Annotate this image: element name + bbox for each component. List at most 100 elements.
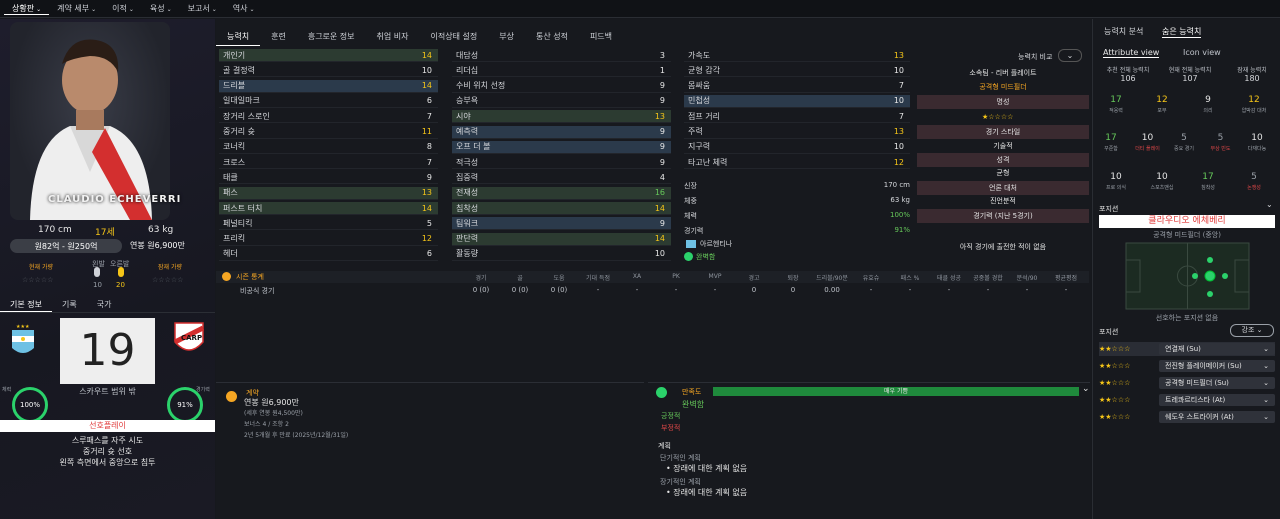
tab-2[interactable]: 흥그로운 정보 bbox=[297, 30, 366, 46]
attribute-row[interactable]: 가속도 13 bbox=[684, 49, 910, 62]
position-collapse-icon[interactable]: ⌄ bbox=[1266, 200, 1273, 209]
role-dropdown[interactable]: 연결재 (Su) ⌄ bbox=[1159, 343, 1275, 355]
season-stat-header: 도움 bbox=[553, 275, 565, 282]
attribute-row[interactable]: 판단력 14 bbox=[452, 232, 671, 246]
attribute-row[interactable]: 균형 감각 10 bbox=[684, 64, 910, 78]
attribute-row[interactable]: 민첩성 10 bbox=[684, 94, 910, 108]
attribute-row[interactable]: 프리킥 12 bbox=[219, 233, 438, 246]
attribute-row[interactable]: 태클 9 bbox=[219, 171, 438, 185]
tab-3[interactable]: 취업 비자 bbox=[366, 30, 420, 46]
attribute-row[interactable]: 적극성 9 bbox=[452, 156, 671, 170]
attribute-row[interactable]: 퍼스트 터치 14 bbox=[219, 202, 438, 215]
menu-item-label: 이적 bbox=[112, 4, 127, 13]
attribute-row[interactable]: 일대일마크 6 bbox=[219, 95, 438, 108]
menu-item[interactable]: 역사 ⌄ bbox=[225, 3, 263, 14]
attribute-row[interactable]: 집중력 4 bbox=[452, 171, 671, 185]
season-stat-header: 패스 % bbox=[900, 275, 920, 282]
season-stats-title[interactable]: 시즌 통계 bbox=[236, 272, 264, 282]
role-row[interactable]: ★★☆☆☆ 연결재 (Su) ⌄ bbox=[1099, 342, 1275, 356]
attribute-row[interactable]: 지구력 10 bbox=[684, 141, 910, 154]
attribute-row[interactable]: 골 결정력 10 bbox=[219, 64, 438, 78]
attribute-row[interactable]: 침착성 14 bbox=[452, 202, 671, 215]
right-foot-icon bbox=[118, 267, 124, 277]
attribute-row[interactable]: 점프 거리 7 bbox=[684, 110, 910, 124]
attribute-row[interactable]: 팀워크 9 bbox=[452, 217, 671, 231]
attribute-view-toggle[interactable]: Attribute view bbox=[1103, 48, 1160, 58]
attribute-row[interactable]: 대담성 3 bbox=[452, 49, 671, 62]
role-dropdown[interactable]: 전진형 플레이메이커 (Su) ⌄ bbox=[1159, 360, 1275, 372]
tab-7[interactable]: 피드백 bbox=[579, 30, 623, 46]
argentina-badge-icon[interactable]: ★★★ bbox=[10, 322, 36, 358]
tab-4[interactable]: 이적상태 설정 bbox=[420, 30, 489, 46]
role-stars: ★★☆☆☆ bbox=[1099, 413, 1131, 421]
attribute-row[interactable]: 수비 위치 선정 9 bbox=[452, 80, 671, 93]
tab-1[interactable]: 훈련 bbox=[260, 30, 297, 46]
attribute-row[interactable]: 타고난 체력 12 bbox=[684, 156, 910, 170]
role-row[interactable]: ★★☆☆☆ 트레콰르티스타 (At) ⌄ bbox=[1099, 393, 1275, 407]
happiness-bar: 매우 기쁨 bbox=[713, 387, 1079, 396]
happiness-title[interactable]: 만족도 bbox=[682, 387, 701, 397]
role-dropdown[interactable]: 트레콰르티스타 (At) ⌄ bbox=[1159, 394, 1275, 406]
top-menu-bar: 상황판 ⌄ 계약 세부 ⌄ 이적 ⌄ 육성 ⌄ 보고서 ⌄ 역사 ⌄ bbox=[0, 0, 1280, 18]
tab-hidden-attributes[interactable]: 숨은 능력치 bbox=[1162, 26, 1202, 38]
tab-attribute-analysis[interactable]: 능력치 분석 bbox=[1104, 26, 1143, 37]
season-stat-header: 골 bbox=[517, 275, 523, 282]
attribute-value: 9 bbox=[659, 81, 665, 91]
attribute-value: 7 bbox=[898, 81, 904, 91]
short-plan-item: • 장래에 대한 계획 없음 bbox=[666, 464, 748, 473]
attribute-name: 헤더 bbox=[223, 249, 238, 259]
tab-0[interactable]: 능력치 bbox=[216, 30, 261, 46]
role-dropdown[interactable]: 공격형 미드필더 (Su) ⌄ bbox=[1159, 377, 1275, 389]
icon-view-toggle[interactable]: Icon view bbox=[1183, 48, 1221, 57]
attribute-row[interactable]: 패스 13 bbox=[219, 186, 438, 200]
attribute-row[interactable]: 크로스 7 bbox=[219, 156, 438, 170]
tab-6[interactable]: 통산 성적 bbox=[525, 30, 579, 46]
attribute-row[interactable]: 헤더 6 bbox=[219, 248, 438, 261]
attribute-value: 13 bbox=[421, 188, 432, 198]
ability-total: 추천 전체 능력치 106 bbox=[1100, 65, 1156, 83]
attribute-row[interactable]: 중거리 슛 11 bbox=[219, 126, 438, 139]
attribute-value: 10 bbox=[893, 142, 904, 152]
attribute-row[interactable]: 코너킥 8 bbox=[219, 141, 438, 154]
menu-item[interactable]: 계약 세부 ⌄ bbox=[49, 3, 104, 14]
attribute-row[interactable]: 드리블 14 bbox=[219, 79, 438, 93]
role-dropdown[interactable]: 쉐도우 스트라이커 (At) ⌄ bbox=[1159, 411, 1275, 423]
roles-filter-dropdown[interactable]: 강조 ⌄ bbox=[1230, 324, 1274, 337]
menu-item[interactable]: 보고서 ⌄ bbox=[180, 3, 225, 14]
attribute-row[interactable]: 리더십 1 bbox=[452, 64, 671, 78]
role-row[interactable]: ★★☆☆☆ 공격형 미드필더 (Su) ⌄ bbox=[1099, 376, 1275, 390]
ability-total-label: 추천 전체 능력치 bbox=[1106, 67, 1150, 74]
position-role: 공격형 미드필더 (중앙) bbox=[1153, 231, 1221, 239]
tab-basic-info[interactable]: 기본 정보 bbox=[0, 297, 52, 312]
attribute-row[interactable]: 예측력 9 bbox=[452, 125, 671, 139]
role-row[interactable]: ★★☆☆☆ 전진형 플레이메이커 (Su) ⌄ bbox=[1099, 359, 1275, 373]
attribute-name: 오프 더 볼 bbox=[456, 142, 491, 152]
attribute-row[interactable]: 승부욕 9 bbox=[452, 95, 671, 108]
attribute-row[interactable]: 개인기 14 bbox=[219, 49, 438, 62]
menu-item[interactable]: 이적 ⌄ bbox=[104, 3, 142, 14]
attribute-row[interactable]: 주력 13 bbox=[684, 126, 910, 139]
attribute-row[interactable]: 페널티킥 5 bbox=[219, 217, 438, 231]
club-crest-icon[interactable]: CARP bbox=[172, 320, 206, 358]
attribute-row[interactable]: 몸싸움 7 bbox=[684, 80, 910, 93]
attribute-row[interactable]: 장거리 스로인 7 bbox=[219, 110, 438, 124]
role-row[interactable]: ★★☆☆☆ 쉐도우 스트라이커 (At) ⌄ bbox=[1099, 410, 1275, 424]
body-info-row: 체중 63 kg bbox=[684, 196, 910, 206]
attribute-value: 9 bbox=[659, 96, 665, 106]
hidden-attribute-value: 5 bbox=[1217, 133, 1224, 143]
collapse-chevron-icon[interactable]: ⌄ bbox=[1082, 384, 1090, 394]
attribute-row[interactable]: 오프 더 볼 9 bbox=[452, 140, 671, 154]
hidden-attribute-label: 꾸준함 bbox=[1104, 146, 1118, 152]
compare-dropdown-icon[interactable]: ⌄ bbox=[1058, 49, 1082, 62]
tab-5[interactable]: 부상 bbox=[488, 30, 525, 46]
tab-nation[interactable]: 국가 bbox=[87, 297, 122, 312]
chevron-down-icon: ⌄ bbox=[91, 6, 97, 13]
attribute-row[interactable]: 활동량 10 bbox=[452, 248, 671, 261]
attribute-row[interactable]: 시야 13 bbox=[452, 110, 671, 124]
tab-records[interactable]: 기록 bbox=[52, 297, 87, 312]
attribute-row[interactable]: 전재성 16 bbox=[452, 186, 671, 200]
menu-item[interactable]: 육성 ⌄ bbox=[142, 3, 180, 14]
fitness-ring: 100% bbox=[12, 387, 48, 423]
menu-item[interactable]: 상황판 ⌄ bbox=[4, 3, 50, 15]
attribute-name: 균형 감각 bbox=[688, 65, 720, 75]
